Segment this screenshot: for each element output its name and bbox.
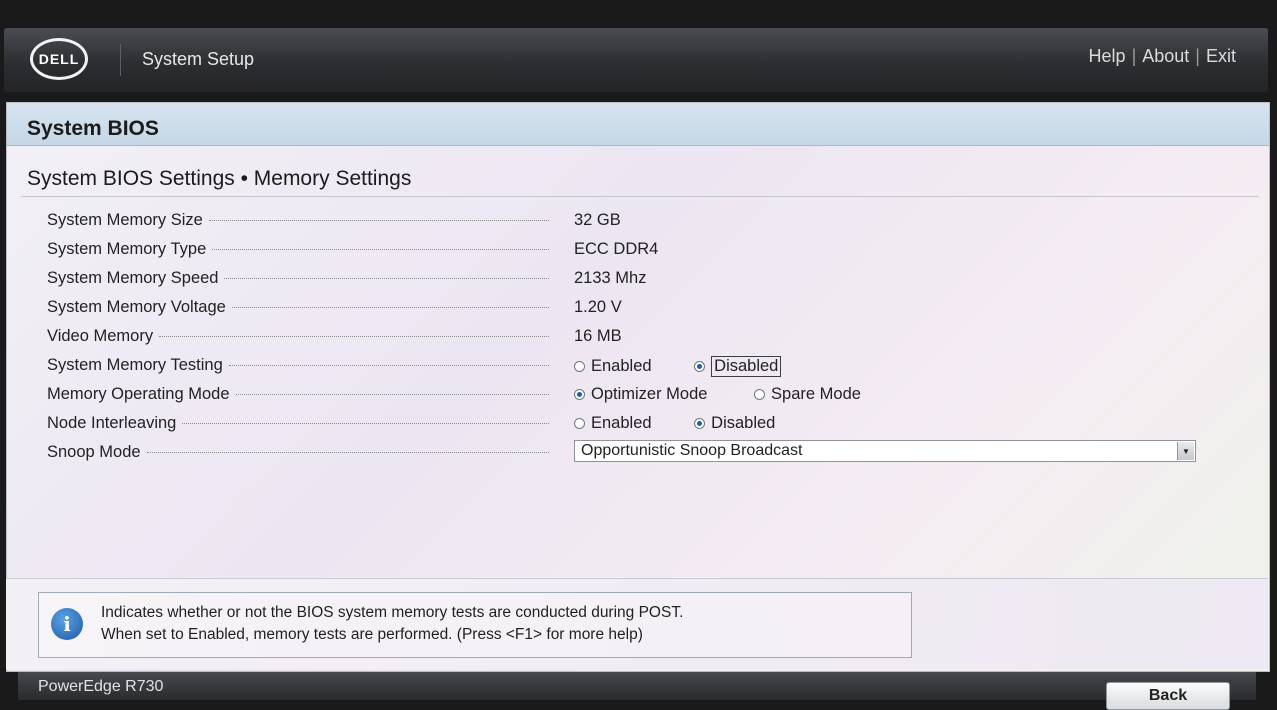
setting-label-text: Snoop Mode (47, 443, 141, 461)
radio-selected-icon (574, 389, 585, 400)
setting-label: System Memory Speed (47, 269, 549, 288)
radio-unselected-icon (574, 418, 585, 429)
panel-title-bar: System BIOS (7, 103, 1269, 146)
header-links: Help | About | Exit (1089, 46, 1236, 67)
setting-label: System Memory Size (47, 211, 549, 230)
node-interleaving-disabled-radio[interactable]: Disabled (694, 414, 775, 433)
header-bar: DELL System Setup Help | About | Exit (4, 28, 1268, 92)
dell-logo: DELL (30, 38, 88, 80)
radio-selected-icon (694, 418, 706, 429)
radio-label: Enabled (591, 357, 652, 375)
header-divider (120, 44, 121, 76)
panel-title: System BIOS (27, 117, 159, 140)
spare-mode-radio[interactable]: Spare Mode (754, 385, 861, 404)
app-title: System Setup (142, 49, 255, 69)
setting-label: System Memory Voltage (47, 298, 549, 317)
section-divider (21, 196, 1259, 197)
video-memory-value: 16 MB (574, 327, 622, 345)
memory-size-value: 32 GB (574, 211, 621, 229)
setting-row-video-memory: Video Memory 16 MB (47, 323, 1247, 352)
help-text-line-2: When set to Enabled, memory tests are pe… (101, 626, 643, 643)
setting-label-text: System Memory Type (47, 240, 207, 258)
radio-selected-icon (694, 361, 706, 372)
footer-bar: PowerEdge R730 Back (18, 672, 1256, 710)
snoop-mode-value: Opportunistic Snoop Broadcast (581, 442, 803, 459)
optimizer-mode-radio[interactable]: Optimizer Mode (574, 385, 707, 404)
setting-label-text: System Memory Speed (47, 269, 219, 287)
back-button[interactable]: Back (1106, 682, 1230, 710)
dot-leader (231, 307, 549, 308)
logo-text: DELL (38, 51, 80, 67)
node-interleaving-options: Enabled Disabled (574, 414, 813, 434)
setting-label: Memory Operating Mode (47, 385, 549, 404)
setting-row-node-interleaving: Node Interleaving Enabled Disabled (47, 410, 1247, 439)
setting-label: Node Interleaving (47, 414, 549, 433)
setting-label-text: System Memory Voltage (47, 298, 226, 316)
dot-leader (159, 336, 549, 337)
radio-unselected-icon (754, 389, 766, 400)
dot-leader (212, 249, 549, 250)
dot-leader (224, 278, 549, 279)
exit-link[interactable]: Exit (1206, 46, 1236, 66)
link-separator: | (1195, 46, 1200, 66)
radio-label-focused: Disabled (711, 356, 782, 377)
section-title: System BIOS Settings • Memory Settings (27, 167, 412, 190)
dot-leader (228, 365, 549, 366)
memory-testing-disabled-radio[interactable]: Disabled (694, 356, 782, 377)
setting-label-text: System Memory Size (47, 211, 203, 229)
help-text-line-1: Indicates whether or not the BIOS system… (101, 604, 684, 621)
setting-label: Snoop Mode (47, 443, 549, 462)
setting-label-text: Video Memory (47, 327, 154, 345)
dot-leader (146, 452, 549, 453)
radio-label: Spare Mode (771, 385, 861, 403)
setting-row-memory-type: System Memory Type ECC DDR4 (47, 236, 1247, 265)
memory-type-value: ECC DDR4 (574, 240, 659, 258)
dot-leader (182, 423, 549, 424)
setting-row-snoop-mode: Snoop Mode Opportunistic Snoop Broadcast… (47, 439, 1247, 468)
memory-testing-options: Enabled Disabled (574, 356, 819, 377)
setting-row-memory-testing: System Memory Testing Enabled Disabled (47, 352, 1247, 381)
memory-testing-enabled-radio[interactable]: Enabled (574, 357, 652, 376)
dropdown-arrow-icon[interactable]: ▼ (1177, 442, 1194, 460)
radio-unselected-icon (574, 361, 585, 372)
setting-row-memory-voltage: System Memory Voltage 1.20 V (47, 294, 1247, 323)
setting-row-memory-size: System Memory Size 32 GB (47, 207, 1247, 236)
link-separator: | (1131, 46, 1137, 66)
setting-label-text: Memory Operating Mode (47, 385, 230, 403)
setting-label: Video Memory (47, 327, 549, 346)
node-interleaving-enabled-radio[interactable]: Enabled (574, 414, 652, 433)
dot-leader (208, 220, 549, 221)
snoop-mode-select[interactable]: Opportunistic Snoop Broadcast ▼ (574, 440, 1196, 462)
memory-voltage-value: 1.20 V (574, 298, 622, 316)
radio-label: Disabled (711, 414, 776, 432)
radio-label: Optimizer Mode (591, 385, 708, 403)
about-link[interactable]: About (1142, 46, 1189, 66)
help-link[interactable]: Help (1089, 46, 1126, 66)
memory-speed-value: 2133 Mhz (574, 269, 647, 287)
bios-screen: DELL System Setup Help | About | Exit System… (0, 0, 1277, 710)
info-icon: i (51, 608, 83, 640)
settings-list: System Memory Size 32 GB System Memory T… (47, 207, 1247, 468)
help-text: Indicates whether or not the BIOS system… (101, 602, 683, 646)
setting-label-text: Node Interleaving (47, 414, 177, 432)
setting-row-operating-mode: Memory Operating Mode Optimizer Mode Spa… (47, 381, 1247, 410)
setting-label: System Memory Type (47, 240, 549, 259)
radio-label: Enabled (591, 414, 652, 432)
setting-row-memory-speed: System Memory Speed 2133 Mhz (47, 265, 1247, 294)
help-box: i Indicates whether or not the BIOS syst… (38, 592, 912, 658)
operating-mode-options: Optimizer Mode Spare Mode (574, 385, 899, 405)
dot-leader (235, 394, 549, 395)
system-model: PowerEdge R730 (38, 678, 164, 695)
setting-label-text: System Memory Testing (47, 356, 223, 374)
setting-label: System Memory Testing (47, 356, 549, 375)
